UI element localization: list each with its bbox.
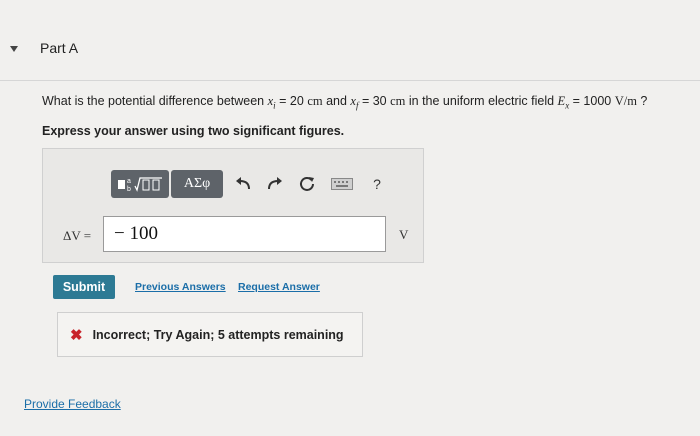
part-title: Part A bbox=[40, 40, 79, 56]
provide-feedback-link[interactable]: Provide Feedback bbox=[24, 397, 121, 411]
math-toolbar: a b ΑΣφ ? bbox=[111, 170, 391, 198]
and-text: and bbox=[322, 94, 351, 108]
instruction-text: Express your answer using two significan… bbox=[42, 124, 345, 138]
field-value: = 1000 bbox=[569, 94, 615, 108]
keyboard-button[interactable] bbox=[325, 170, 359, 198]
delta-v-label: ΔV = bbox=[63, 228, 92, 243]
x-i-value: = 20 bbox=[275, 94, 308, 108]
divider bbox=[0, 80, 700, 81]
reset-button[interactable] bbox=[293, 170, 321, 198]
question-text: What is the potential difference between… bbox=[42, 94, 647, 111]
part-header[interactable]: Part A bbox=[10, 40, 78, 56]
request-answer-link[interactable]: Request Answer bbox=[238, 281, 320, 293]
greek-symbols-button[interactable]: ΑΣφ bbox=[171, 170, 223, 198]
help-button[interactable]: ? bbox=[363, 170, 391, 198]
redo-button[interactable] bbox=[261, 170, 289, 198]
question-prefix: What is the potential difference between bbox=[42, 94, 268, 108]
page: Part A What is the potential difference … bbox=[0, 0, 700, 436]
svg-text:a: a bbox=[127, 178, 131, 185]
question-suffix: ? bbox=[636, 94, 648, 108]
reset-icon bbox=[300, 177, 314, 191]
feedback-message: ✖ Incorrect; Try Again; 5 attempts remai… bbox=[57, 312, 363, 357]
svg-text:b: b bbox=[127, 186, 131, 193]
x-f-unit: cm bbox=[390, 94, 406, 108]
question-mid: in the uniform electric field bbox=[405, 94, 558, 108]
redo-icon bbox=[268, 177, 282, 190]
field-unit: V/m bbox=[614, 94, 637, 108]
keyboard-icon bbox=[331, 178, 353, 190]
unit-label: V bbox=[399, 227, 409, 242]
x-icon: ✖ bbox=[70, 326, 83, 344]
undo-icon bbox=[236, 177, 250, 190]
templates-button[interactable]: a b bbox=[111, 170, 169, 198]
feedback-text: Incorrect; Try Again; 5 attempts remaini… bbox=[92, 327, 344, 342]
answer-input[interactable]: − 100 bbox=[103, 216, 386, 252]
submit-button[interactable]: Submit bbox=[53, 275, 115, 299]
x-i-unit: cm bbox=[307, 94, 323, 108]
templates-icon: a b bbox=[118, 177, 162, 193]
answer-box: a b ΑΣφ ? ΔV = − 100 V bbox=[42, 148, 424, 263]
previous-answers-link[interactable]: Previous Answers bbox=[135, 281, 226, 293]
x-f-value: = 30 bbox=[358, 94, 391, 108]
undo-button[interactable] bbox=[229, 170, 257, 198]
collapse-caret-icon[interactable] bbox=[10, 45, 18, 52]
